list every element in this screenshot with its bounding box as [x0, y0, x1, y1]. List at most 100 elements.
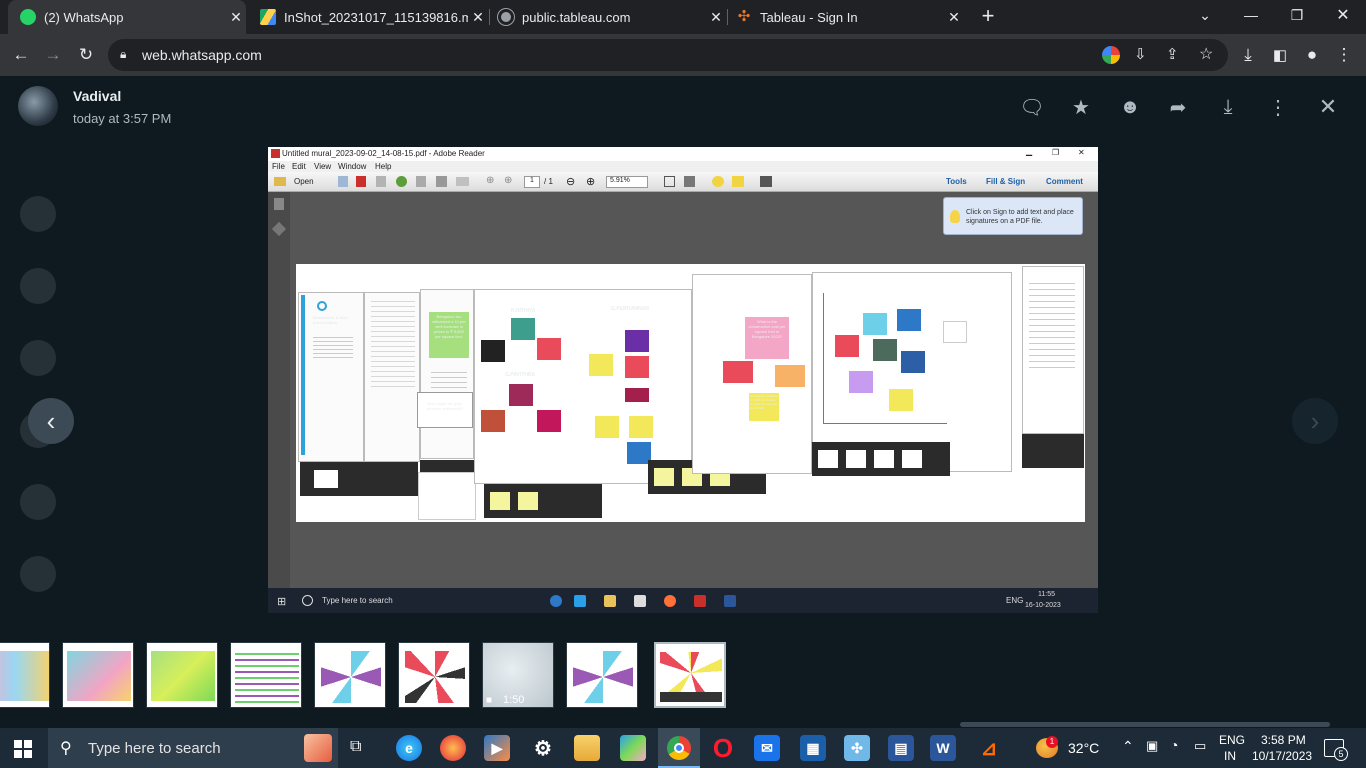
thumbnail-scrollbar[interactable] [960, 722, 1330, 727]
email-icon[interactable] [456, 177, 469, 186]
star-icon[interactable]: ★ [1068, 94, 1094, 120]
wifi-icon[interactable]: ◔ [1170, 737, 1178, 753]
media-thumbnail[interactable] [230, 642, 302, 708]
fit-page-icon[interactable] [664, 176, 675, 187]
lock-icon[interactable]: 🔒︎ [120, 47, 126, 62]
downloads-icon[interactable]: ⤓ [1235, 42, 1261, 68]
reload-icon[interactable]: ↻ [73, 42, 99, 68]
side-panel-icon[interactable]: ◧ [1267, 42, 1293, 68]
media-thumbnail-selected[interactable] [654, 642, 726, 708]
profile-icon[interactable]: ● [1299, 42, 1325, 68]
tab-inshot[interactable]: InShot_20231017_115139816.mp4 ✕ [248, 0, 488, 34]
taskbar-time[interactable]: 3:58 PM [1261, 733, 1306, 747]
print-icon[interactable] [416, 176, 426, 187]
media-thumbnail[interactable] [566, 642, 638, 708]
language-line-2[interactable]: IN [1224, 749, 1236, 763]
attachments-icon[interactable] [271, 221, 287, 237]
minimize-button[interactable]: — [1228, 0, 1274, 30]
more-options-icon[interactable]: ⋮ [1265, 94, 1291, 120]
media-thumbnail[interactable] [62, 642, 134, 708]
highlight-icon[interactable] [732, 176, 744, 187]
fill-sign-pane-button[interactable]: Fill & Sign [986, 177, 1025, 186]
chrome-taskbar-button[interactable] [658, 728, 700, 768]
address-bar[interactable]: 🔒︎ web.whatsapp.com ⇩ ⇪ ☆ [108, 39, 1228, 71]
tools-pane-button[interactable]: Tools [946, 177, 967, 186]
menu-window[interactable]: Window [338, 162, 366, 171]
upload-icon[interactable] [396, 176, 407, 187]
page-thumbnails-icon[interactable] [274, 198, 284, 210]
media-thumbnail[interactable] [0, 642, 50, 708]
fullscreen-icon[interactable] [760, 176, 772, 187]
avatar[interactable] [18, 86, 58, 126]
save-icon[interactable] [356, 176, 366, 187]
back-arrow-icon[interactable]: ← [8, 42, 34, 68]
zoom-out-icon[interactable]: ⊖ [566, 175, 575, 188]
menu-edit[interactable]: Edit [292, 162, 306, 171]
meet-now-icon[interactable]: ▣ [1146, 738, 1158, 754]
tab-public-tableau[interactable]: public.tableau.com ✕ [490, 0, 726, 34]
menu-file[interactable]: File [272, 162, 285, 171]
maximize-button[interactable]: ❐ [1274, 0, 1320, 30]
search-highlight-icon[interactable] [304, 734, 332, 762]
zoom-select[interactable]: 5.91% [606, 176, 648, 188]
comment-pane-button[interactable]: Comment [1046, 177, 1083, 186]
media-player-icon[interactable]: ▶ [484, 735, 510, 761]
forward-icon[interactable]: ➦ [1165, 94, 1191, 120]
comment-bubble-icon[interactable] [712, 176, 724, 187]
word-icon[interactable]: W [930, 735, 956, 761]
taskbar-search-box[interactable]: ⚲ Type here to search [48, 728, 338, 768]
close-viewer-icon[interactable]: ✕ [1315, 94, 1341, 120]
share-icon[interactable]: ⇪ [1166, 45, 1179, 63]
reader-close-button[interactable]: ✕ [1078, 148, 1085, 157]
menu-view[interactable]: View [314, 162, 331, 171]
open-button[interactable]: Open [294, 177, 314, 186]
close-icon[interactable]: ✕ [944, 9, 964, 26]
opera-icon[interactable]: O [710, 733, 736, 763]
network-app-icon[interactable]: ✣ [844, 735, 870, 761]
google-lens-icon[interactable] [1102, 46, 1120, 64]
tab-whatsapp[interactable]: (2) WhatsApp ✕ [8, 0, 246, 34]
tab-tableau-signin[interactable]: ✣ Tableau - Sign In ✕ [728, 0, 964, 34]
install-app-icon[interactable]: ⇩ [1134, 45, 1147, 63]
tray-expand-icon[interactable]: ⌃ [1122, 738, 1134, 755]
app-arrow-icon[interactable]: ⊿ [976, 735, 1002, 761]
document-icon[interactable]: ▤ [888, 735, 914, 761]
fit-width-icon[interactable] [684, 176, 695, 187]
window-close-button[interactable]: ✕ [1320, 0, 1366, 30]
media-thumbnail[interactable] [398, 642, 470, 708]
new-tab-button[interactable]: + [976, 5, 1000, 29]
close-icon[interactable]: ✕ [226, 9, 246, 26]
language-line-1[interactable]: ENG [1219, 733, 1245, 747]
reader-maximize-button[interactable]: ❐ [1052, 148, 1059, 157]
task-view-icon[interactable]: ⧉ [350, 738, 361, 756]
open-folder-icon[interactable] [274, 177, 286, 186]
tab-search-button[interactable]: ⌄ [1182, 0, 1228, 30]
microsoft-store-icon[interactable] [620, 735, 646, 761]
go-to-message-icon[interactable]: 🗨︎ [1019, 94, 1045, 120]
mail-icon[interactable]: ✉ [754, 735, 780, 761]
battery-icon[interactable]: ▭ [1194, 738, 1206, 754]
windows-start-icon[interactable] [14, 740, 32, 758]
close-icon[interactable]: ✕ [706, 9, 726, 26]
chrome-menu-icon[interactable]: ⋮ [1331, 42, 1357, 68]
media-video-thumbnail[interactable]: ■ 1:50 [482, 642, 554, 708]
close-icon[interactable]: ✕ [468, 9, 488, 26]
edge-icon[interactable]: e [396, 735, 422, 761]
media-thumbnail[interactable] [314, 642, 386, 708]
media-thumbnail[interactable] [146, 642, 218, 708]
printer-icon[interactable] [436, 176, 447, 187]
zoom-in-icon[interactable]: ⊕ [586, 175, 595, 188]
page-down-icon[interactable]: ⊕ [504, 175, 512, 186]
reader-minimize-button[interactable]: ▁ [1026, 147, 1032, 156]
download-icon[interactable]: ⤓ [1215, 94, 1241, 120]
previous-media-button[interactable]: ‹ [28, 398, 74, 444]
firefox-icon[interactable] [440, 735, 466, 761]
page-up-icon[interactable]: ⊕ [486, 175, 494, 186]
create-pdf-icon[interactable] [338, 176, 348, 187]
settings-gear-icon[interactable]: ⚙ [530, 735, 556, 761]
menu-help[interactable]: Help [375, 162, 391, 171]
bookmark-star-icon[interactable]: ☆ [1199, 44, 1213, 64]
page-number-input[interactable]: 1 [524, 176, 540, 188]
react-emoji-icon[interactable]: ☻ [1117, 94, 1143, 120]
outlook-calendar-icon[interactable]: ▦ [800, 735, 826, 761]
